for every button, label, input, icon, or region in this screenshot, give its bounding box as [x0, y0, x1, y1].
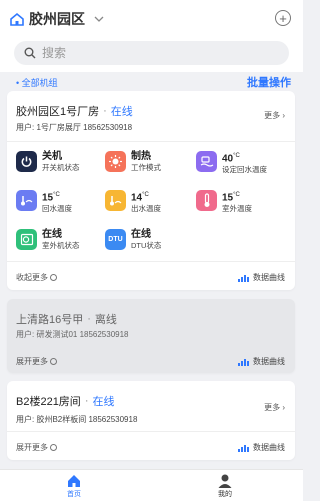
- collapse-label: 收起更多: [16, 273, 48, 282]
- sun-icon: [105, 151, 126, 172]
- device-status: 在线: [92, 396, 115, 408]
- outdoor-unit-status-value: 在线: [42, 229, 62, 240]
- divider: [7, 261, 295, 262]
- data-curve-button[interactable]: 数据曲线: [238, 272, 285, 283]
- set-return-temp-tile[interactable]: 40°C 设定回水温度: [196, 151, 286, 181]
- device-name: 胶州园区1号厂房: [16, 106, 100, 118]
- outdoor-unit-icon: [16, 229, 37, 250]
- search-icon: [24, 47, 36, 59]
- device-card[interactable]: B2楼221房间 · 在线 更多 › 用户: 胶州B2样板间 185625309…: [7, 381, 295, 460]
- dtu-status-value: 在线: [131, 229, 151, 240]
- divider: [7, 431, 295, 432]
- outdoor-temp-label: 室外温度: [222, 204, 252, 214]
- plus-circle-icon[interactable]: +: [275, 10, 291, 26]
- user-icon: [218, 474, 232, 488]
- outdoor-unit-status-label: 室外机状态: [42, 241, 80, 250]
- expand-label: 展开更多: [16, 443, 48, 452]
- expand-more-button[interactable]: 展开更多: [16, 442, 57, 453]
- return-temp-value: 15: [42, 192, 54, 204]
- outdoor-unit-status-tile[interactable]: 在线 室外机状态: [16, 229, 106, 259]
- more-button[interactable]: 更多 ›: [264, 110, 285, 121]
- expand-label: 展开更多: [16, 357, 48, 366]
- park-name: 胶州园区: [29, 11, 85, 27]
- chevron-down-icon: [50, 444, 57, 451]
- set-return-temp-value: 40: [222, 153, 234, 165]
- outlet-water-icon: [105, 190, 126, 211]
- dtu-icon: DTU: [105, 229, 126, 250]
- top-bar: 胶州园区 +: [0, 0, 303, 72]
- device-status: 在线: [110, 106, 133, 118]
- data-curve-label: 数据曲线: [253, 443, 285, 452]
- device-name: B2楼221房间: [16, 396, 81, 408]
- chevron-up-icon: [50, 274, 57, 281]
- device-name: 上清路16号甲: [16, 314, 84, 326]
- outdoor-temp-value: 15: [222, 192, 234, 204]
- thermostat-icon: [196, 151, 217, 172]
- search-box[interactable]: [14, 41, 289, 65]
- thermometer-icon: [196, 190, 217, 211]
- return-temp-tile[interactable]: 15°C 回水温度: [16, 190, 106, 220]
- power-status-label: 开关机状态: [42, 163, 80, 172]
- device-title: 胶州园区1号厂房 · 在线: [16, 105, 133, 118]
- work-mode-value: 制热: [131, 151, 151, 162]
- home-icon: [10, 12, 24, 26]
- data-curve-button[interactable]: 数据曲线: [238, 442, 285, 453]
- dtu-status-label: DTU状态: [131, 241, 162, 250]
- device-title: B2楼221房间 · 在线: [16, 395, 115, 408]
- tab-home-label: 首页: [67, 491, 81, 498]
- data-curve-button[interactable]: 数据曲线: [238, 356, 285, 367]
- unit-label: °C: [233, 153, 240, 159]
- device-user: 用户: 胶州B2样板间 18562530918: [16, 415, 138, 424]
- unit-label: °C: [233, 192, 240, 198]
- expand-more-button[interactable]: 展开更多: [16, 356, 57, 367]
- unit-label: °C: [53, 192, 60, 198]
- filter-row: 全部机组 批量操作: [0, 72, 303, 90]
- chevron-down-icon: [50, 358, 57, 365]
- collapse-more-button[interactable]: 收起更多: [16, 272, 57, 283]
- search-input[interactable]: [42, 46, 262, 60]
- batch-operations-button[interactable]: 批量操作: [247, 74, 291, 90]
- device-user: 用户: 研发测试01 18562530918: [16, 330, 129, 339]
- device-card[interactable]: 上清路16号甲 · 离线 用户: 研发测试01 18562530918 展开更多…: [7, 299, 295, 373]
- device-status: 离线: [94, 314, 117, 326]
- power-status-value: 关机: [42, 151, 62, 162]
- outdoor-temp-tile[interactable]: 15°C 室外温度: [196, 190, 286, 220]
- park-selector[interactable]: 胶州园区: [10, 7, 104, 31]
- tab-mine[interactable]: 我的: [205, 473, 245, 499]
- device-user: 用户: 1号厂房展厅 18562530918: [16, 123, 133, 132]
- more-button[interactable]: 更多 ›: [264, 402, 285, 413]
- all-groups-filter[interactable]: 全部机组: [16, 76, 58, 89]
- outlet-temp-tile[interactable]: 14°C 出水温度: [105, 190, 195, 220]
- bar-chart-icon: [238, 358, 249, 366]
- unit-label: °C: [142, 192, 149, 198]
- work-mode-label: 工作模式: [131, 163, 161, 172]
- bar-chart-icon: [238, 444, 249, 452]
- work-mode-tile[interactable]: 制热 工作模式: [105, 151, 195, 181]
- return-temp-label: 回水温度: [42, 204, 72, 214]
- home-icon: [68, 475, 80, 487]
- set-return-temp-label: 设定回水温度: [222, 165, 267, 175]
- tab-home[interactable]: 首页: [54, 473, 94, 499]
- chevron-down-icon: [94, 16, 104, 22]
- power-icon: [16, 151, 37, 172]
- tab-mine-label: 我的: [218, 491, 232, 498]
- outlet-temp-label: 出水温度: [131, 204, 161, 214]
- outlet-temp-value: 14: [131, 192, 143, 204]
- divider: [7, 141, 295, 142]
- return-water-icon: [16, 190, 37, 211]
- data-curve-label: 数据曲线: [253, 273, 285, 282]
- bottom-tab-bar: 首页 我的: [0, 469, 303, 501]
- data-curve-label: 数据曲线: [253, 357, 285, 366]
- device-card[interactable]: 胶州园区1号厂房 · 在线 更多 › 用户: 1号厂房展厅 1856253091…: [7, 91, 295, 290]
- bar-chart-icon: [238, 274, 249, 282]
- device-title: 上清路16号甲 · 离线: [16, 313, 117, 326]
- dtu-status-tile[interactable]: DTU 在线 DTU状态: [105, 229, 195, 259]
- power-status-tile[interactable]: 关机 开关机状态: [16, 151, 106, 181]
